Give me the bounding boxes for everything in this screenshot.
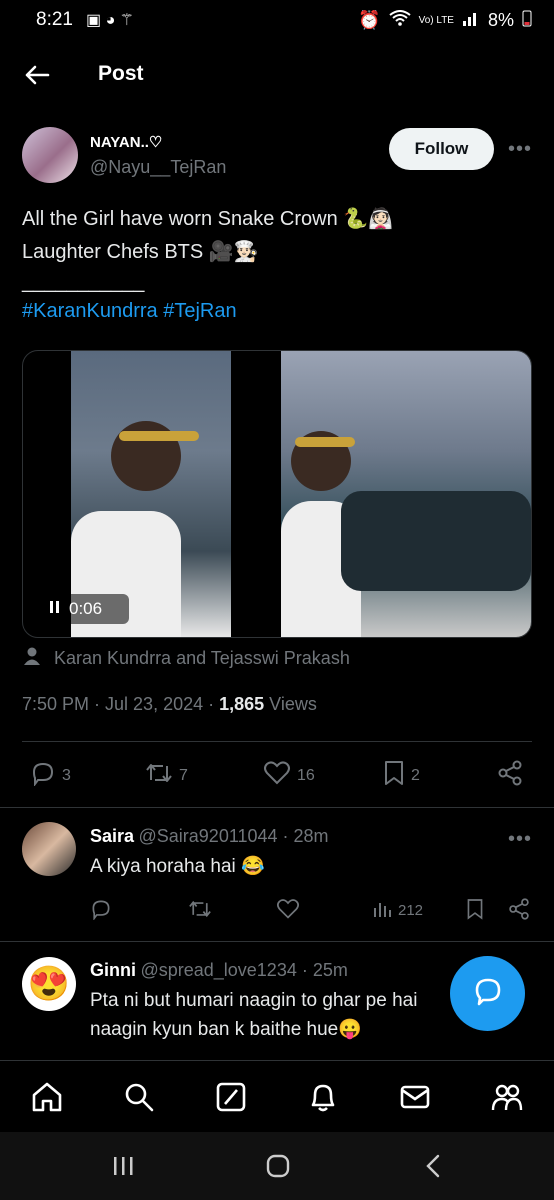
page-title: Post [98, 62, 144, 85]
communities-icon[interactable] [490, 1080, 524, 1114]
author-handle[interactable]: @Nayu__TejRan [90, 157, 226, 178]
divider [22, 741, 532, 742]
avatar[interactable]: 😍 [22, 957, 76, 1011]
bookmark-button[interactable]: 2 [383, 760, 420, 791]
share-icon [508, 898, 530, 924]
bookmark-count: 2 [411, 766, 420, 784]
reply-text-line-1: Pta ni but humari naagin to ghar pe hai [90, 990, 418, 1011]
post-hashtags[interactable]: #KaranKundrra #TejRan [22, 295, 522, 328]
top-bar [0, 40, 554, 110]
views-icon [372, 898, 392, 922]
chat-compose-icon [472, 975, 504, 1012]
grok-icon[interactable] [214, 1080, 248, 1114]
repost-icon [145, 760, 173, 791]
reply-header[interactable]: Ginni @spread_love1234 · 25m [90, 960, 348, 981]
status-right: ⏰ Vo) LTE 8% [358, 9, 532, 32]
reply-header[interactable]: Saira @Saira92011044 · 28m [90, 826, 329, 847]
reply-count: 3 [62, 766, 71, 784]
post-text: All the Girl have worn Snake Crown 🐍👰🏻 L… [22, 203, 522, 328]
video-time: 0:06 [69, 599, 103, 618]
like-icon [276, 898, 300, 924]
reply-author-name[interactable]: Ginni [90, 960, 136, 980]
alarm-icon: ⏰ [358, 10, 381, 30]
reply-text-line-2: naagin kyun ban k baithe hue😛 [90, 1019, 362, 1040]
tagged-users[interactable]: Karan Kundrra and Tejasswi Prakash [22, 646, 350, 671]
status-notification-icons: ▣ ◕ ⚚ [86, 12, 135, 29]
bookmark-icon [466, 898, 484, 924]
share-icon [497, 760, 523, 791]
reply-author-name[interactable]: Saira [90, 826, 134, 846]
home-button-icon[interactable] [265, 1153, 291, 1184]
like-icon [263, 760, 291, 791]
repost-button[interactable]: 7 [145, 760, 188, 791]
avatar[interactable] [22, 822, 76, 876]
post-meta: 7:50 PM · Jul 23, 2024 · 1,865 Views [22, 694, 317, 715]
views-button[interactable]: 212 [372, 898, 423, 922]
views-count: 212 [398, 901, 424, 919]
status-time: 8:21 [36, 9, 73, 30]
repost-button[interactable] [188, 898, 212, 924]
video-crown [119, 431, 199, 441]
share-button[interactable] [497, 760, 523, 791]
battery-text: 8% [487, 10, 514, 30]
repost-count: 7 [179, 766, 188, 784]
network-label: Vo) LTE [418, 14, 454, 26]
video-frame-right [281, 351, 531, 637]
bookmark-icon [383, 760, 405, 791]
recent-apps-icon[interactable] [112, 1155, 136, 1182]
follow-button[interactable]: Follow [389, 128, 494, 170]
reply-button[interactable] [90, 898, 112, 924]
battery-icon [522, 9, 532, 32]
post-divider-line: ___________ [22, 271, 145, 293]
back-arrow-icon[interactable] [22, 60, 52, 90]
like-count: 16 [297, 766, 315, 784]
reply-icon [30, 760, 56, 791]
play-pause-icon[interactable] [49, 599, 61, 619]
divider [0, 807, 554, 808]
reply-text: A kiya horaha hai 😂 [90, 856, 265, 877]
search-icon[interactable] [122, 1080, 156, 1114]
home-icon[interactable] [30, 1080, 64, 1114]
status-bar: 8:21 ▣ ◕ ⚚ ⏰ Vo) LTE 8% [0, 0, 554, 40]
divider [0, 941, 554, 942]
reply-text: Pta ni but humari naagin to ghar pe hai … [90, 986, 450, 1044]
post-text-line-1: All the Girl have worn Snake Crown 🐍👰🏻 [22, 208, 394, 230]
post-timestamp: 7:50 PM · Jul 23, 2024 · [22, 694, 220, 714]
repost-icon [188, 898, 212, 924]
avatar[interactable] [22, 127, 78, 183]
author-name[interactable]: NAYAN..♡ [90, 133, 162, 151]
more-icon[interactable]: ••• [508, 828, 532, 851]
person-icon [22, 646, 42, 671]
bottom-nav [0, 1060, 554, 1133]
like-button[interactable] [276, 898, 300, 924]
share-button[interactable] [508, 898, 530, 924]
reply-author-handle[interactable]: @spread_love1234 · 25m [140, 960, 347, 980]
like-button[interactable]: 16 [263, 760, 315, 791]
views-count: 1,865 [219, 694, 265, 714]
compose-button[interactable] [450, 956, 525, 1031]
system-back-icon[interactable] [424, 1154, 442, 1183]
more-icon[interactable]: ••• [508, 138, 532, 161]
notifications-icon[interactable] [306, 1080, 340, 1114]
wifi-icon [388, 10, 411, 31]
bookmark-button[interactable] [466, 898, 484, 924]
reply-button[interactable]: 3 [30, 760, 71, 791]
reply-author-handle[interactable]: @Saira92011044 · 28m [139, 826, 329, 846]
reply-icon [90, 898, 112, 924]
video-crown [295, 437, 355, 447]
video-timer[interactable]: 0:06 [39, 594, 129, 624]
signal-icon [462, 10, 480, 31]
video-crowd [341, 491, 531, 591]
tagged-names: Karan Kundrra and Tejasswi Prakash [54, 648, 350, 668]
views-label: Views [264, 694, 317, 714]
video-player[interactable]: 0:06 [22, 350, 532, 638]
messages-icon[interactable] [398, 1080, 432, 1114]
post-text-line-2: Laughter Chefs BTS 🎥👨🏻‍🍳 [22, 241, 259, 263]
